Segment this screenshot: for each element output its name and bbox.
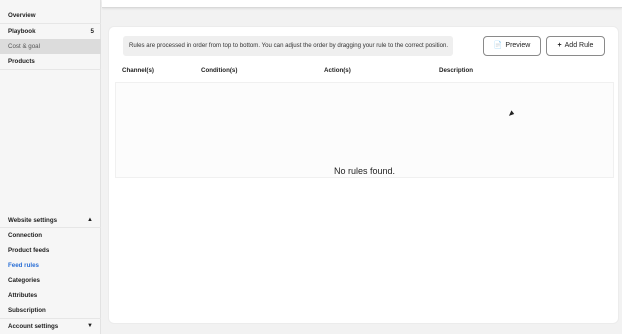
sidebar-item-label: Products (8, 58, 35, 65)
sidebar-section-account-settings[interactable]: Account settings ▼ (0, 319, 101, 334)
preview-button[interactable]: 📄 Preview (483, 36, 541, 56)
column-header-conditions: Condition(s) (201, 67, 238, 74)
sidebar-item-cost-goal[interactable]: Cost & goal (0, 39, 101, 54)
sidebar-section-label: Account settings (8, 323, 59, 330)
preview-button-label: Preview (505, 42, 531, 49)
sidebar-item-products[interactable]: Products (0, 54, 101, 69)
rules-table-body (115, 82, 614, 178)
divider (0, 69, 101, 70)
sidebar-item-label: Categories (8, 277, 40, 284)
sidebar-item-playbook[interactable]: Playbook 5 (0, 24, 101, 39)
add-rule-button-label: Add Rule (564, 42, 594, 49)
sidebar: Overview Playbook 5 Cost & goal Products… (0, 0, 101, 334)
column-header-channels: Channel(s) (122, 67, 154, 74)
playbook-count-badge: 5 (90, 28, 94, 35)
sidebar-item-overview[interactable]: Overview (0, 8, 101, 23)
top-bar (102, 0, 622, 8)
sidebar-item-label: Playbook (8, 28, 36, 35)
sidebar-item-label: Overview (8, 12, 36, 19)
chevron-up-icon: ▲ (87, 217, 93, 223)
sidebar-item-label: Product feeds (8, 247, 50, 254)
sidebar-section-label: Website settings (8, 217, 58, 224)
column-header-description: Description (439, 67, 474, 74)
sidebar-item-connection[interactable]: Connection (0, 228, 101, 243)
add-rule-button[interactable]: + Add Rule (546, 36, 605, 56)
plus-icon: + (557, 42, 562, 49)
sidebar-item-label: Feed rules (8, 262, 39, 269)
sidebar-item-feed-rules[interactable]: Feed rules (0, 258, 101, 273)
sidebar-item-product-feeds[interactable]: Product feeds (0, 243, 101, 258)
rules-info-banner: Rules are processed in order from top to… (123, 36, 453, 56)
sidebar-item-label: Connection (8, 232, 43, 239)
sidebar-section-website-settings[interactable]: Website settings ▲ (0, 213, 101, 228)
sidebar-item-categories[interactable]: Categories (0, 273, 101, 288)
document-preview-icon: 📄 (493, 42, 503, 49)
sidebar-item-label: Attributes (8, 292, 38, 299)
sidebar-item-label: Cost & goal (8, 43, 40, 50)
empty-state-message: No rules found. (333, 166, 396, 176)
column-header-actions: Action(s) (324, 67, 351, 74)
feed-rules-panel: Rules are processed in order from top to… (108, 26, 619, 324)
chevron-down-icon: ▼ (87, 323, 93, 329)
sidebar-item-attributes[interactable]: Attributes (0, 288, 101, 303)
sidebar-item-subscription[interactable]: Subscription (0, 303, 101, 318)
sidebar-item-label: Subscription (8, 307, 46, 314)
